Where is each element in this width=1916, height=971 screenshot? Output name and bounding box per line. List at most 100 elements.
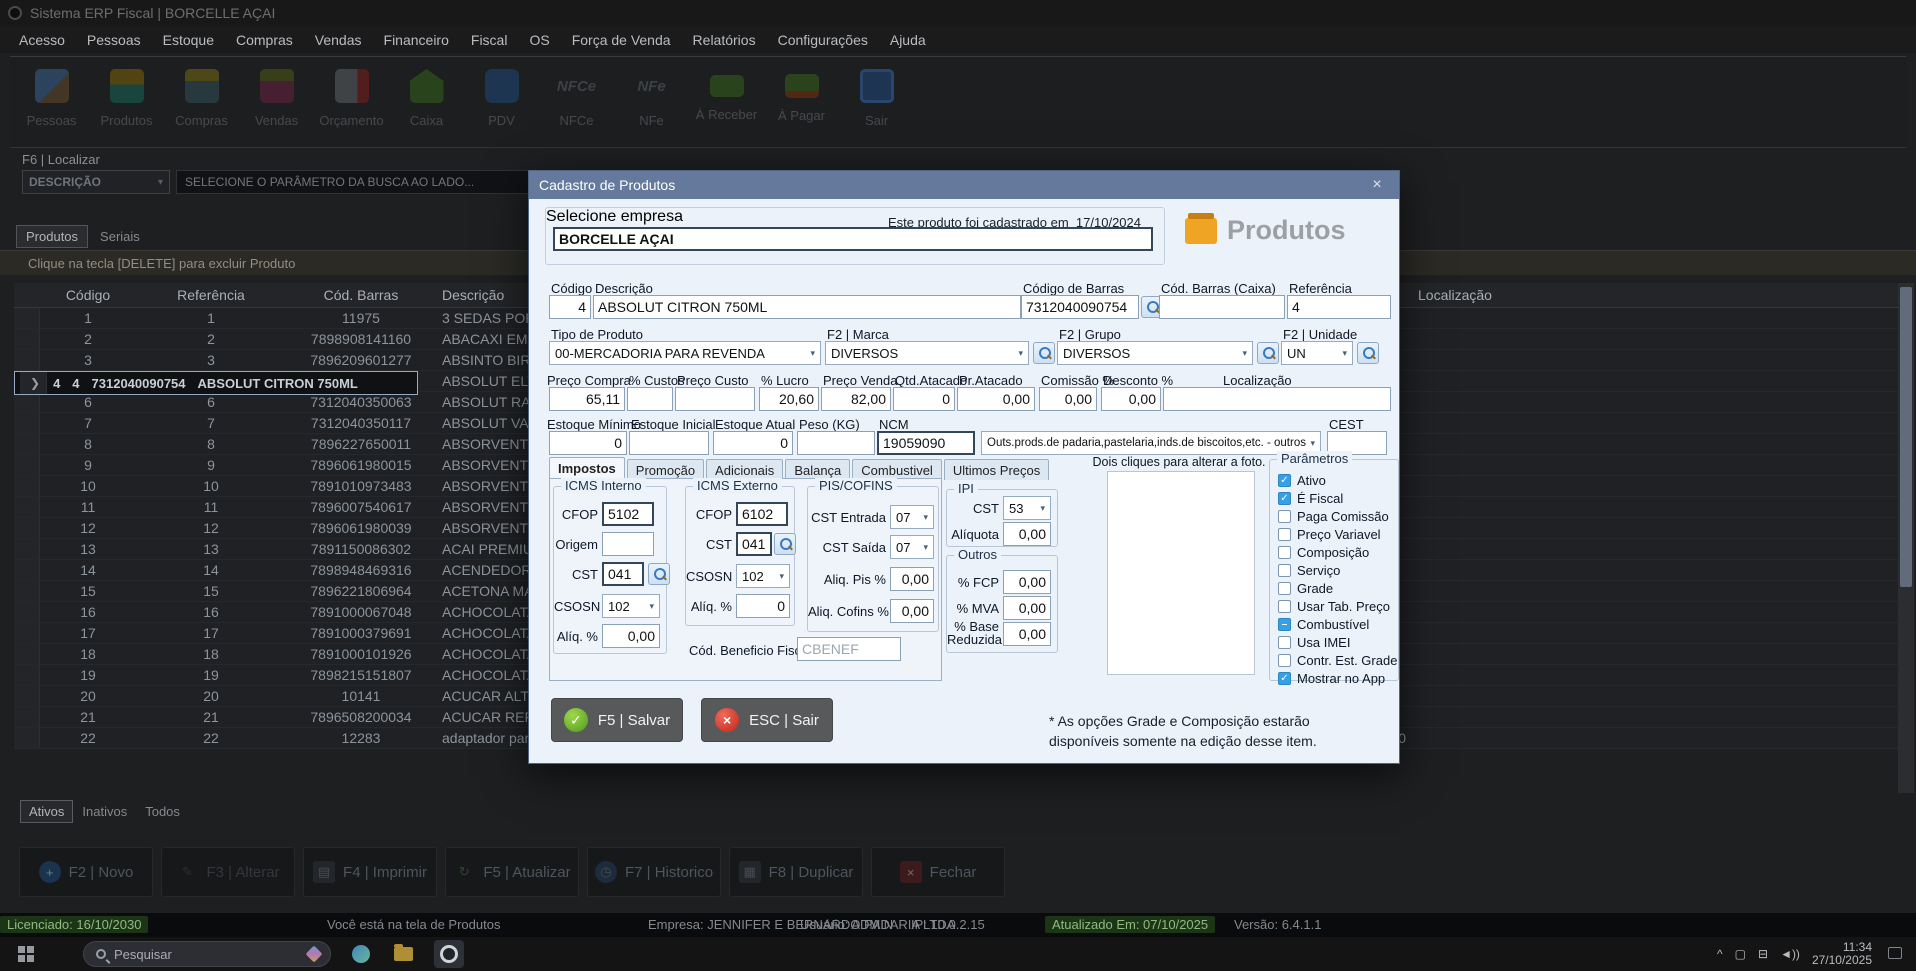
dialog-tab[interactable]: Impostos [549,457,625,480]
mva-input[interactable] [1003,596,1051,620]
save-button[interactable]: ✓ F5 | Salvar [551,698,683,742]
vertical-scrollbar[interactable] [1898,283,1914,793]
ncm-input[interactable] [877,431,975,455]
ext-cfop-input[interactable] [736,502,788,526]
param-checkbox[interactable]: Serviço [1278,562,1398,579]
windows-start-icon[interactable] [18,946,34,962]
param-checkbox[interactable]: Usa IMEI [1278,634,1398,651]
toolbar-button[interactable]: Caixa [389,63,464,145]
ipi-cst-select[interactable]: 53▾ [1003,496,1051,520]
erp-app-icon[interactable] [434,940,464,968]
close-icon[interactable]: × [1365,176,1389,194]
menu-item[interactable]: Força de Venda [561,28,682,52]
fcp-input[interactable] [1003,570,1051,594]
cst-saida-select[interactable]: 07▾ [890,535,934,559]
int-cst-input[interactable] [602,562,644,586]
cod-barras-input[interactable] [1021,295,1139,319]
peso-input[interactable] [797,431,875,455]
menu-item[interactable]: Configurações [767,28,879,52]
ipi-aliquota-input[interactable] [1003,522,1051,546]
notification-icon[interactable] [1888,947,1902,959]
grupo-search-icon[interactable] [1257,342,1279,364]
param-checkbox[interactable]: Combustível [1278,616,1398,633]
dialog-tab[interactable]: Adicionais [706,459,783,480]
toolbar-button[interactable]: Compras [164,63,239,145]
ext-aliq-input[interactable] [736,594,790,618]
marca-select[interactable]: DIVERSOS▾ [825,341,1029,365]
dialog-tab[interactable]: Ultimos Preços [944,459,1049,480]
action-button[interactable]: F5 | Atualizar [445,847,579,897]
param-checkbox[interactable]: Mostrar no App [1278,670,1398,687]
table-row[interactable]: 4 4 7312040090754 ABSOLUT CITRON 750ML [14,371,418,395]
toolbar-button[interactable]: À Receber [689,63,764,145]
ext-cst-search-icon[interactable] [774,533,796,555]
dialog-tab[interactable]: Promoção [627,459,704,480]
toolbar-button[interactable]: Produtos [89,63,164,145]
marca-search-icon[interactable] [1033,342,1055,364]
int-aliq-input[interactable] [602,624,660,648]
header-barras[interactable]: Cód. Barras [286,283,436,307]
toolbar-button[interactable]: Vendas [239,63,314,145]
estoque-inicial-input[interactable] [629,431,709,455]
taskbar-clock[interactable]: 11:34 27/10/2025 [1812,941,1872,967]
action-button[interactable]: Fechar [871,847,1005,897]
menu-item[interactable]: Compras [225,28,304,52]
tray-chevron-icon[interactable]: ^ [1717,947,1723,961]
desconto-input[interactable] [1101,387,1161,411]
tray-teams-icon[interactable]: ▢ [1735,947,1746,961]
exit-button[interactable]: × ESC | Sair [701,698,833,742]
ncm-desc-select[interactable]: Outs.prods.de padaria,pastelaria,inds.de… [981,431,1321,455]
toolbar-button[interactable]: NFCe NFCe [539,63,614,145]
filter-tab[interactable]: Ativos [20,800,73,823]
action-button[interactable]: F8 | Duplicar [729,847,863,897]
comissao-input[interactable] [1039,387,1097,411]
referencia-input[interactable] [1287,295,1391,319]
taskbar-search[interactable]: Pesquisar [83,941,331,967]
preco-compra-input[interactable] [549,387,625,411]
unidade-search-icon[interactable] [1357,342,1379,364]
pr-atacado-input[interactable] [957,387,1035,411]
pct-custos-input[interactable] [627,387,673,411]
param-checkbox[interactable]: Preço Variavel [1278,526,1398,543]
file-explorer-icon[interactable] [388,940,418,968]
tipo-select[interactable]: 00-MERCADORIA PARA REVENDA▾ [549,341,821,365]
int-csosn-select[interactable]: 102▾ [602,594,660,618]
menu-item[interactable]: Pessoas [76,28,152,52]
unidade-select[interactable]: UN▾ [1281,341,1353,365]
estoque-atual-input[interactable] [713,431,793,455]
cst-entrada-select[interactable]: 07▾ [890,505,934,529]
scrollbar-thumb[interactable] [1900,287,1912,587]
filter-tab[interactable]: Inativos [73,800,136,823]
menu-item[interactable]: Ajuda [879,28,937,52]
param-checkbox[interactable]: Ativo [1278,472,1398,489]
param-checkbox[interactable]: Composição [1278,544,1398,561]
param-checkbox[interactable]: Contr. Est. Grade [1278,652,1398,669]
action-button[interactable]: F7 | Historico [587,847,721,897]
descricao-input[interactable] [593,295,1021,319]
ext-csosn-select[interactable]: 102▾ [736,564,790,588]
menu-item[interactable]: Acesso [8,28,76,52]
param-checkbox[interactable]: Usar Tab. Preço [1278,598,1398,615]
header-referencia[interactable]: Referência [136,283,286,307]
aliq-cofins-input[interactable] [890,599,934,623]
menu-item[interactable]: Fiscal [460,28,519,52]
param-checkbox[interactable]: Grade [1278,580,1398,597]
ext-cst-input[interactable] [736,532,772,556]
product-photo[interactable] [1107,471,1255,675]
int-cst-search-icon[interactable] [648,563,670,585]
cod-barras-caixa-input[interactable] [1159,295,1285,319]
grupo-select[interactable]: DIVERSOS▾ [1057,341,1253,365]
qtd-atacado-input[interactable] [893,387,955,411]
list-tab[interactable]: Seriais [90,225,150,248]
aliq-pis-input[interactable] [890,567,934,591]
header-codigo[interactable]: Código [40,283,136,307]
tray-network-icon[interactable]: ⊟ [1758,947,1768,961]
toolbar-button[interactable]: Pessoas [14,63,89,145]
toolbar-button[interactable]: PDV [464,63,539,145]
estoque-minimo-input[interactable] [549,431,627,455]
localizacao-input[interactable] [1163,387,1391,411]
param-checkbox[interactable]: Paga Comissão [1278,508,1398,525]
menu-item[interactable]: Financeiro [373,28,460,52]
dialog-tab[interactable]: Combustivel [852,459,942,480]
menu-item[interactable]: Relatórios [682,28,767,52]
